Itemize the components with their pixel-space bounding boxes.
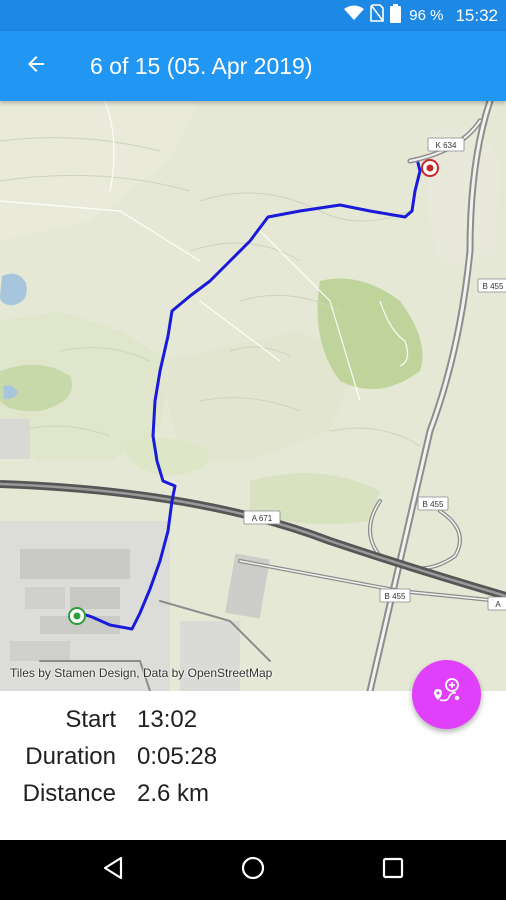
route-add-icon — [432, 678, 462, 711]
map-tiles: K 634 B 455 A 671 B 455 B 455 A — [0, 101, 506, 691]
recents-square-icon — [382, 857, 404, 884]
road-label-b455-mid: B 455 — [423, 500, 444, 509]
start-label: Start — [65, 706, 116, 733]
nav-recents-button[interactable] — [353, 840, 433, 900]
start-value: 13:02 — [137, 706, 198, 733]
duration-value: 0:05:28 — [137, 743, 218, 770]
distance-label: Distance — [22, 780, 116, 807]
distance-row: Distance 2.6 km — [0, 780, 506, 817]
status-icons: 96 % 15:32 — [344, 0, 498, 31]
end-marker[interactable] — [421, 159, 439, 177]
home-circle-icon — [241, 856, 265, 885]
route-action-button[interactable] — [412, 660, 481, 729]
app-bar: 6 of 15 (05. Apr 2019) — [0, 31, 506, 101]
road-label-k634: K 634 — [436, 141, 457, 150]
start-marker[interactable] — [68, 607, 86, 625]
navigation-bar — [0, 840, 506, 900]
nav-back-button[interactable] — [73, 840, 153, 900]
road-label-a-east: A — [495, 600, 501, 609]
road-label-b455-north: B 455 — [483, 282, 504, 291]
battery-icon — [390, 3, 402, 28]
back-button[interactable] — [12, 42, 60, 90]
distance-value: 2.6 km — [137, 780, 210, 807]
duration-row: Duration 0:05:28 — [0, 743, 506, 780]
map-view[interactable]: K 634 B 455 A 671 B 455 B 455 A — [0, 101, 506, 691]
wifi-icon — [344, 5, 365, 26]
clock: 15:32 — [455, 5, 498, 25]
road-label-a671: A 671 — [252, 514, 273, 523]
nav-home-button[interactable] — [213, 840, 293, 900]
arrow-back-icon — [24, 52, 48, 81]
no-sim-icon — [370, 4, 385, 27]
back-triangle-icon — [102, 856, 124, 885]
duration-label: Duration — [25, 743, 116, 770]
page-title: 6 of 15 (05. Apr 2019) — [90, 53, 313, 79]
battery-percentage: 96 % — [409, 7, 444, 24]
road-label-b455-south: B 455 — [385, 592, 406, 601]
status-bar: 96 % 15:32 — [0, 0, 506, 31]
map-attribution[interactable]: Tiles by Stamen Design, Data by OpenStre… — [10, 666, 272, 680]
